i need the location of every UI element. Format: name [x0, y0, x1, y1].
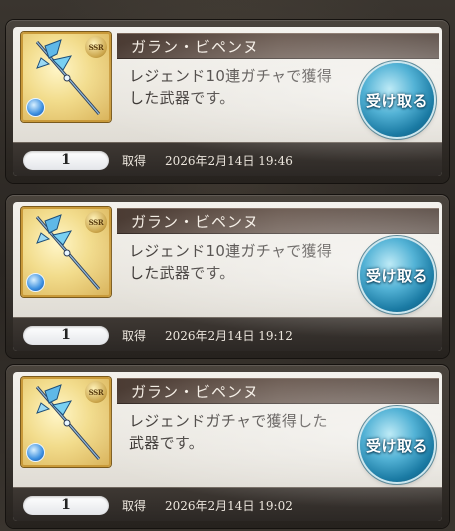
gift-card-footer: 1 取得 2026年2月14日 19:12	[13, 317, 442, 351]
weapon-thumbnail[interactable]: SSR	[21, 207, 111, 297]
item-title-bar: ガラン・ビペンヌ	[117, 33, 439, 59]
acquired-date: 2026年2月14日 19:12	[165, 329, 293, 343]
water-element-icon	[26, 98, 45, 117]
item-count: 1	[23, 151, 109, 170]
water-element-icon	[26, 443, 45, 462]
item-description: レジェンド10連ガチャで獲得した武器です。	[129, 242, 333, 282]
receive-button[interactable]: 受け取る	[360, 408, 434, 482]
gift-card: SSR ガラン・ビペンヌ レジェンド10連ガチャで獲得した武器です。 受け取る …	[6, 195, 449, 358]
gift-card-body: SSR ガラン・ビペンヌ レジェンドガチャで獲得した武器です。 受け取る 1 取…	[13, 372, 442, 521]
acquired-label: 取得	[122, 154, 147, 168]
receive-button[interactable]: 受け取る	[360, 238, 434, 312]
receive-button-label: 受け取る	[365, 91, 428, 110]
gift-card-footer: 1 取得 2026年2月14日 19:46	[13, 142, 442, 176]
item-description: レジェンド10連ガチャで獲得した武器です。	[129, 67, 333, 107]
water-element-icon	[26, 273, 45, 292]
receive-button[interactable]: 受け取る	[360, 63, 434, 137]
acquired-label: 取得	[122, 499, 147, 513]
ssr-rarity-icon: SSR	[85, 381, 107, 403]
item-title-bar: ガラン・ビペンヌ	[117, 208, 439, 234]
gift-card-body: SSR ガラン・ビペンヌ レジェンド10連ガチャで獲得した武器です。 受け取る …	[13, 27, 442, 176]
gift-card-footer: 1 取得 2026年2月14日 19:02	[13, 487, 442, 521]
acquired-date: 2026年2月14日 19:02	[165, 499, 293, 513]
receive-button-label: 受け取る	[365, 436, 428, 455]
acquired-date: 2026年2月14日 19:46	[165, 154, 293, 168]
ssr-rarity-icon: SSR	[85, 36, 107, 58]
item-count: 1	[23, 496, 109, 515]
item-count: 1	[23, 326, 109, 345]
ssr-rarity-icon: SSR	[85, 211, 107, 233]
receive-button-label: 受け取る	[365, 266, 428, 285]
item-title: ガラン・ビペンヌ	[131, 38, 260, 56]
acquired-label: 取得	[122, 329, 147, 343]
item-title-bar: ガラン・ビペンヌ	[117, 378, 439, 404]
gift-card: SSR ガラン・ビペンヌ レジェンドガチャで獲得した武器です。 受け取る 1 取…	[6, 365, 449, 528]
gift-card-body: SSR ガラン・ビペンヌ レジェンド10連ガチャで獲得した武器です。 受け取る …	[13, 202, 442, 351]
item-title: ガラン・ビペンヌ	[131, 383, 260, 401]
weapon-thumbnail[interactable]: SSR	[21, 32, 111, 122]
weapon-thumbnail[interactable]: SSR	[21, 377, 111, 467]
item-description: レジェンドガチャで獲得した武器です。	[129, 412, 328, 452]
gift-card: SSR ガラン・ビペンヌ レジェンド10連ガチャで獲得した武器です。 受け取る …	[6, 20, 449, 183]
item-title: ガラン・ビペンヌ	[131, 213, 260, 231]
